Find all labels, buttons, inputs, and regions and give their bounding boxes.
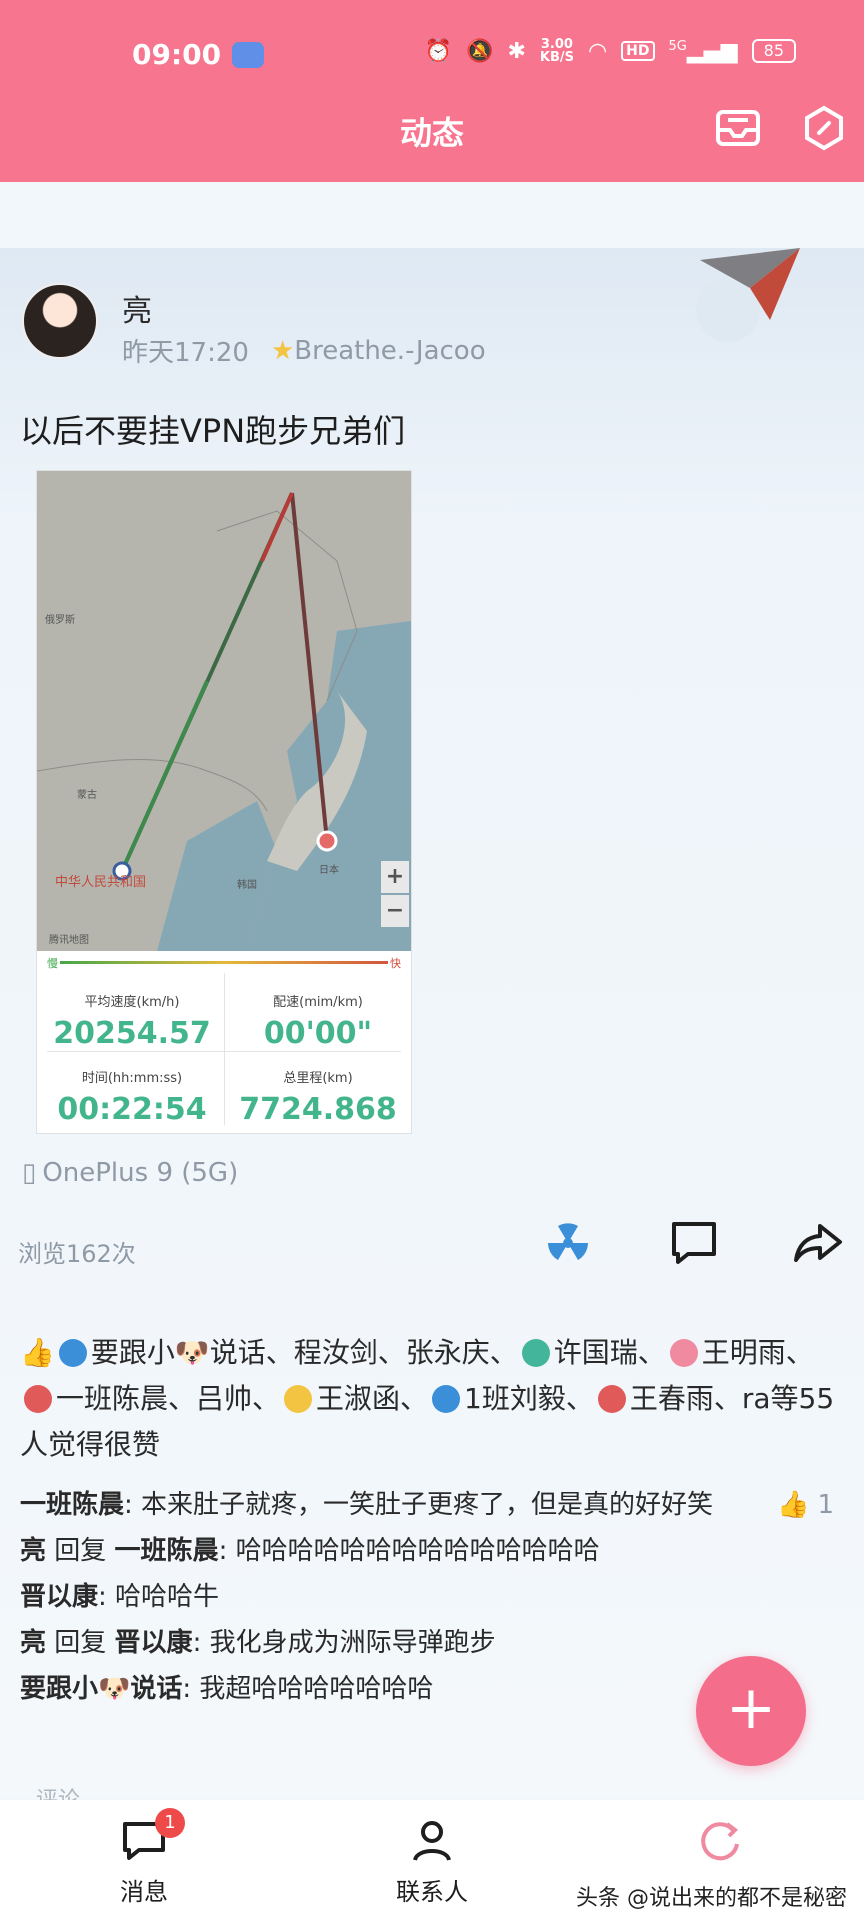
map-label-russia: 俄罗斯 (45, 615, 75, 626)
comment-item[interactable]: 亮 回复 晋以康: 我化身成为洲际导弹跑步 (20, 1620, 840, 1666)
comment-item[interactable]: 一班陈晨: 本来肚子就疼，一笑肚子更疼了，但是真的好好笑 👍 1 (20, 1482, 840, 1528)
add-post-button[interactable]: + (696, 1656, 806, 1766)
contacts-icon (409, 1818, 455, 1864)
alarm-icon: ⏰ (424, 38, 453, 64)
thumbs-up-icon: 👍 (20, 1336, 55, 1369)
comment-icon[interactable] (668, 1218, 720, 1268)
status-icons: ⏰ 🔕 ✱ 3.00 KB/S ◠ HD 5G▂▄▆ 85 (425, 38, 796, 64)
stat-divider (224, 973, 225, 1125)
comment-like[interactable]: 👍 1 (777, 1482, 834, 1528)
hd-badge: HD (621, 41, 655, 61)
app-header: 09:00 ⏰ 🔕 ✱ 3.00 KB/S ◠ HD 5G▂▄▆ 85 动态 (0, 0, 864, 182)
badge-icon (24, 1385, 52, 1413)
map-label-mongolia: 蒙古 (77, 790, 97, 801)
network-speed: 3.00 KB/S (539, 37, 574, 65)
thumbs-up-icon: 👍 (777, 1490, 810, 1520)
route-map: 俄罗斯 蒙古 中华人民共和国 韩国 日本 腾讯地图 + − (37, 471, 411, 951)
badge-icon (597, 1385, 626, 1413)
badge-icon (58, 1339, 87, 1367)
radiation-like-icon[interactable] (542, 1218, 594, 1268)
stat-divider (47, 1051, 401, 1052)
stat-time: 时间(hh:mm:ss) 00:22:54 (57, 1071, 207, 1127)
comment-item[interactable]: 亮 回复 一班陈晨: 哈哈哈哈哈哈哈哈哈哈哈哈哈哈 (20, 1528, 840, 1574)
badge-icon (669, 1339, 698, 1367)
signal-icon: 5G▂▄▆ (668, 38, 738, 64)
legend-slow: 慢 (47, 955, 60, 971)
zoom-out-button[interactable]: − (381, 895, 409, 927)
cloud-icon (232, 42, 264, 68)
speed-legend-bar (47, 961, 401, 964)
post-tag[interactable]: ★Breathe.-Jacoo (271, 336, 486, 366)
mail-icon[interactable] (714, 104, 762, 152)
battery-indicator: 85 (751, 39, 796, 63)
nav-label: 联系人 (396, 1878, 468, 1906)
legend-fast: 快 (388, 955, 401, 971)
badge-icon (432, 1385, 461, 1413)
stat-avg-speed: 平均速度(km/h) 20254.57 (53, 995, 211, 1051)
nav-label: 消息 (120, 1878, 168, 1906)
nav-contacts[interactable]: 联系人 (352, 1818, 512, 1907)
post-image[interactable]: 俄罗斯 蒙古 中华人民共和国 韩国 日本 腾讯地图 + − 慢 快 平均速度(k… (36, 470, 412, 1134)
view-count: 浏览162次 (18, 1240, 136, 1268)
stat-distance: 总里程(km) 7724.868 (239, 1071, 397, 1127)
watermark: 头条 @说出来的都不是秘密 (576, 1886, 847, 1911)
unread-badge: 1 (155, 1808, 185, 1838)
mute-icon: 🔕 (466, 38, 494, 64)
phone-icon: ▯ (22, 1158, 37, 1188)
share-icon[interactable] (792, 1218, 844, 1268)
refresh-icon (697, 1818, 743, 1864)
post-meta: 昨天17:20 ★Breathe.-Jacoo (122, 332, 486, 369)
map-provider-logo: 腾讯地图 (49, 935, 89, 946)
post-text: 以后不要挂VPN跑步兄弟们 (20, 412, 406, 450)
star-icon: ★ (270, 335, 295, 366)
badge-icon (284, 1385, 313, 1413)
author-avatar[interactable] (22, 283, 98, 359)
badge-icon (521, 1339, 550, 1367)
nav-messages[interactable]: 1 消息 (64, 1808, 224, 1907)
wifi-icon: ◠ (587, 38, 608, 64)
device-info: ▯ OnePlus 9 (5G) (22, 1158, 238, 1188)
nav-refresh[interactable] (640, 1818, 800, 1864)
zoom-in-button[interactable]: + (381, 861, 409, 893)
message-icon: 1 (121, 1808, 185, 1864)
bluetooth-icon: ✱ (507, 38, 526, 64)
map-label-china: 中华人民共和国 (55, 875, 147, 890)
comment-item[interactable]: 晋以康: 哈哈哈牛 (20, 1574, 840, 1620)
map-label-japan: 日本 (319, 865, 339, 876)
stat-pace: 配速(mim/km) 00'00" (263, 995, 373, 1051)
author-name[interactable]: 亮 (122, 286, 152, 330)
map-label-korea: 韩国 (237, 880, 257, 891)
post-time: 昨天17:20 (122, 338, 249, 368)
device-name: OnePlus 9 (5G) (42, 1158, 239, 1188)
paper-plane-decoration (696, 248, 800, 342)
likes-list: 👍 要跟小🐶说话、程汝剑、张永庆、 许国瑞、 王明雨、一班陈晨、吕帅、 王淑函、 1班刘毅… (20, 1336, 835, 1461)
hexagon-settings-icon[interactable] (800, 104, 848, 152)
status-time: 09:00 (132, 38, 222, 71)
